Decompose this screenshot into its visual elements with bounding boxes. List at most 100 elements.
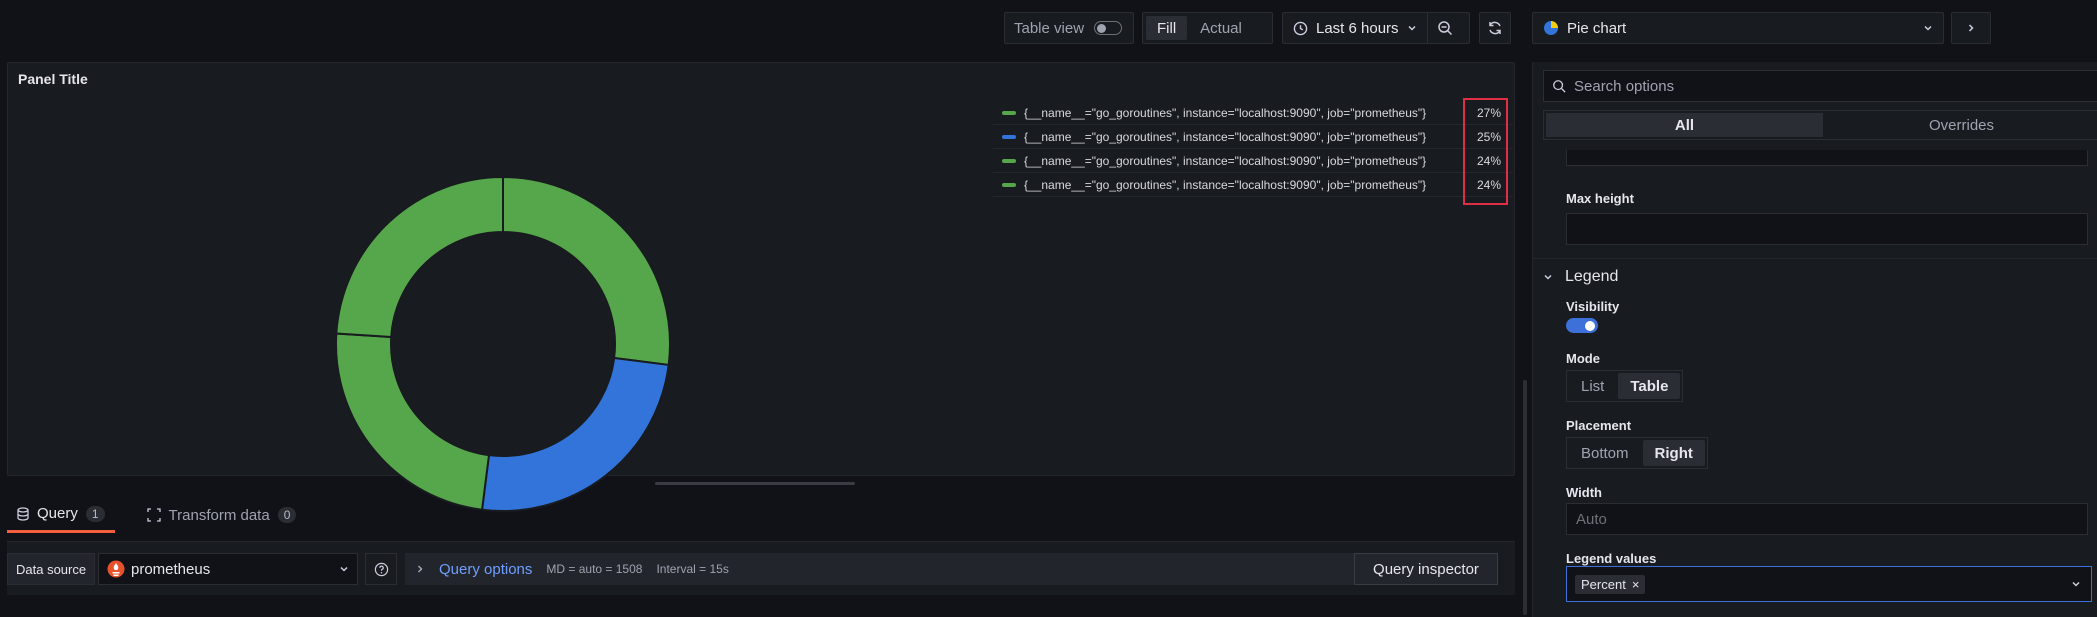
data-source-select[interactable]: prometheus — [98, 553, 358, 585]
tab-overrides[interactable]: Overrides — [1823, 113, 2097, 137]
legend-row[interactable]: {__name__="go_goroutines", instance="loc… — [993, 173, 1513, 197]
table-view-switch[interactable] — [1094, 21, 1123, 35]
zoom-out-icon — [1437, 21, 1452, 36]
chevron-right-icon — [1968, 24, 1974, 32]
clock-icon — [1293, 21, 1308, 35]
legend-swatch — [1002, 182, 1016, 187]
question-circle-icon — [374, 562, 388, 576]
max-data-points: MD = auto = 1508 — [546, 562, 643, 576]
tab-query-label: Query — [37, 505, 78, 522]
chevron-down-icon — [1924, 25, 1932, 31]
legend-series-name[interactable]: {__name__="go_goroutines", instance="loc… — [1024, 130, 1467, 144]
time-range-label: Last 6 hours — [1316, 19, 1399, 37]
pie-slice[interactable] — [335, 175, 504, 339]
legend-swatch — [1002, 110, 1016, 115]
time-range-button[interactable]: Last 6 hours — [1283, 13, 1428, 43]
fill-button[interactable]: Fill — [1146, 16, 1188, 40]
chevron-down-icon — [1408, 25, 1416, 31]
time-picker-group: Last 6 hours — [1282, 12, 1470, 44]
panel-preview: Panel Title {__name__="go_goroutines", i… — [7, 62, 1515, 512]
legend-row[interactable]: {__name__="go_goroutines", instance="loc… — [993, 149, 1513, 173]
width-input[interactable]: Auto — [1566, 503, 2088, 535]
options-tabs: All Overrides — [1543, 110, 2097, 140]
visualization-label: Pie chart — [1567, 19, 1627, 37]
chart-legend: {__name__="go_goroutines", instance="loc… — [993, 101, 1513, 197]
chevron-down-icon — [2072, 581, 2080, 587]
fill-actual-group: Fill Actual — [1142, 12, 1273, 44]
visibility-toggle[interactable] — [1566, 318, 1598, 333]
query-interval: Interval = 15s — [656, 562, 729, 576]
legend-series-name[interactable]: {__name__="go_goroutines", instance="loc… — [1024, 178, 1467, 192]
refresh-icon — [1489, 21, 1501, 35]
mode-label: Mode — [1566, 351, 1600, 366]
data-source-value: prometheus — [131, 560, 211, 578]
visibility-label: Visibility — [1566, 299, 1620, 314]
max-height-label: Max height — [1566, 191, 1634, 206]
query-count-badge: 1 — [85, 505, 105, 522]
panel-title[interactable]: Panel Title — [18, 71, 88, 87]
pie-chart-icon — [1544, 21, 1558, 35]
placement-label: Placement — [1566, 418, 1632, 433]
placement-bottom-option[interactable]: Bottom — [1569, 440, 1641, 466]
legend-swatch — [1002, 134, 1016, 139]
transform-count-badge: 0 — [277, 507, 297, 523]
max-height-input[interactable] — [1566, 213, 2088, 245]
placement-right-option[interactable]: Right — [1642, 440, 1705, 466]
table-view-label: Table view — [1014, 19, 1085, 37]
legend-row[interactable]: {__name__="go_goroutines", instance="loc… — [993, 101, 1513, 125]
database-icon — [17, 506, 29, 521]
actual-button[interactable]: Actual — [1189, 16, 1253, 40]
prometheus-icon — [107, 560, 125, 578]
query-options-link[interactable]: Query options — [439, 561, 532, 578]
data-source-help-button[interactable] — [365, 553, 397, 585]
legend-section-header[interactable]: Legend — [1543, 268, 1618, 286]
legend-row[interactable]: {__name__="go_goroutines", instance="loc… — [993, 125, 1513, 149]
legend-swatch — [1002, 158, 1016, 163]
chevron-down-icon — [340, 566, 348, 572]
legend-series-name[interactable]: {__name__="go_goroutines", instance="loc… — [1024, 106, 1467, 120]
legend-section-title: Legend — [1565, 268, 1619, 285]
chevron-down-icon — [1544, 274, 1552, 280]
query-options-row[interactable]: Query options MD = auto = 1508 Interval … — [405, 553, 1355, 585]
width-label: Width — [1566, 485, 1602, 500]
highlight-box — [1463, 98, 1508, 205]
legend-values-select[interactable]: Percent × — [1566, 566, 2092, 602]
panel-splitter[interactable] — [655, 482, 855, 485]
search-options-field[interactable]: Search options — [1543, 70, 2097, 102]
transform-icon — [146, 508, 161, 522]
tab-query[interactable]: Query 1 — [7, 497, 115, 533]
query-inspector-button[interactable]: Query inspector — [1354, 553, 1498, 585]
search-options-placeholder: Search options — [1574, 77, 1675, 95]
zoom-out-button[interactable] — [1428, 13, 1462, 43]
pie-slice[interactable] — [335, 332, 491, 511]
table-view-toggle[interactable]: Table view — [1004, 12, 1134, 44]
options-pane: Search options All Overrides Max height … — [1532, 62, 2097, 617]
placement-radio-group: Bottom Right — [1566, 437, 1708, 469]
chevron-right-icon — [417, 565, 423, 573]
vertical-scrollbar[interactable] — [1523, 380, 1527, 615]
query-tabs: Query 1 Transform data 0 — [7, 497, 306, 533]
tab-transform-data[interactable]: Transform data 0 — [137, 497, 307, 533]
visualization-picker[interactable]: Pie chart — [1532, 12, 1944, 44]
refresh-button[interactable] — [1479, 12, 1511, 44]
legend-value-tag-label: Percent — [1581, 576, 1626, 592]
pie-slice[interactable] — [502, 175, 671, 367]
width-placeholder: Auto — [1576, 510, 1607, 528]
legend-series-name[interactable]: {__name__="go_goroutines", instance="loc… — [1024, 154, 1467, 168]
query-bar: Data source prometheus Query options MD … — [7, 541, 1515, 595]
legend-values-label: Legend values — [1566, 551, 1657, 566]
search-icon — [1553, 80, 1566, 93]
mode-list-option[interactable]: List — [1569, 373, 1616, 399]
tab-all[interactable]: All — [1546, 113, 1823, 137]
collapse-options-button[interactable] — [1951, 12, 1991, 44]
previous-field-input[interactable] — [1566, 150, 2088, 166]
section-divider — [1533, 258, 2097, 259]
remove-tag-icon[interactable]: × — [1632, 577, 1640, 592]
donut-chart — [335, 175, 671, 512]
mode-radio-group: List Table — [1566, 370, 1684, 402]
data-source-label: Data source — [7, 553, 96, 585]
mode-table-option[interactable]: Table — [1618, 373, 1681, 399]
tab-transform-label: Transform data — [168, 506, 270, 524]
legend-value-tag: Percent × — [1575, 574, 1646, 594]
pie-slice[interactable] — [480, 356, 670, 512]
